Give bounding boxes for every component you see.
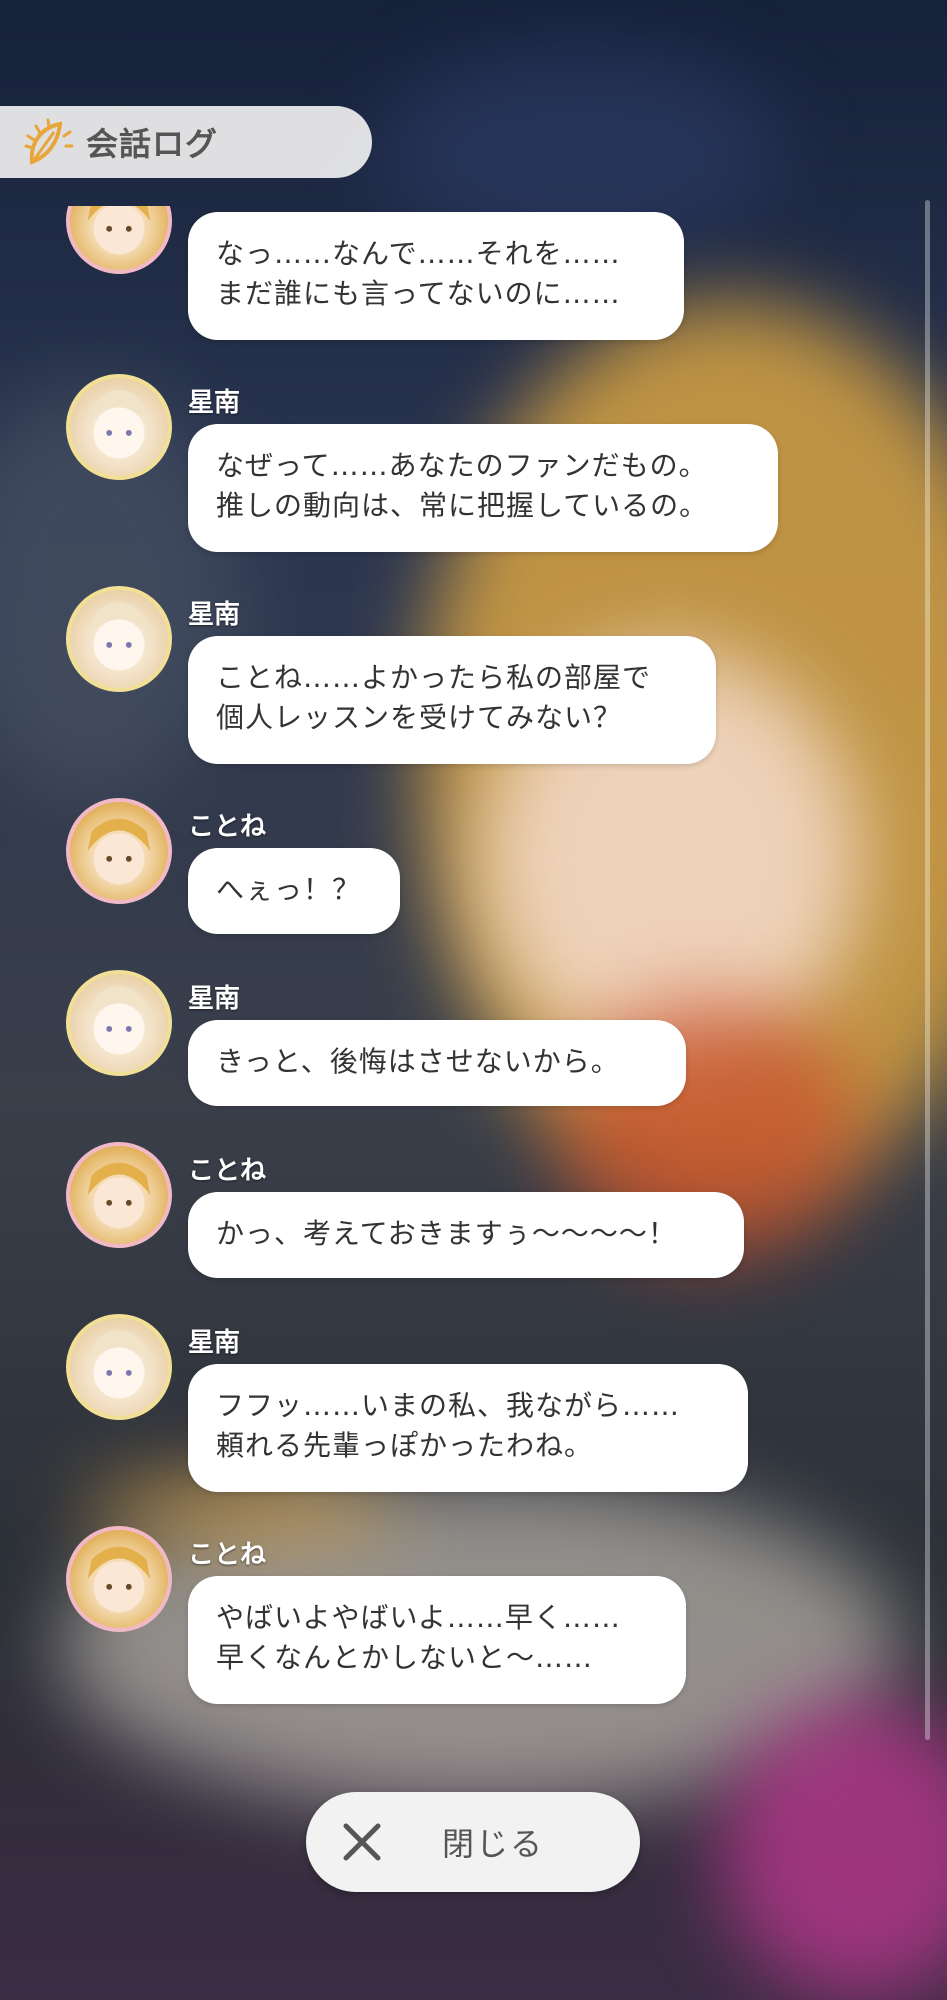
message-bubble: へぇっ！？	[188, 848, 400, 934]
message-line: ことね……よかったら私の部屋で	[216, 661, 652, 694]
avatar-seinan	[66, 586, 172, 692]
message-line: きっと、後悔はさせないから。	[216, 1045, 620, 1078]
speaker-name: 星南	[188, 984, 241, 1014]
speaker-name: 星南	[188, 1328, 241, 1358]
message-line: 早くなんとかしないと～……	[216, 1641, 594, 1674]
close-x-icon	[343, 1823, 381, 1861]
message-bubble: きっと、後悔はさせないから。	[188, 1020, 686, 1106]
message-line: 頼れる先輩っぽかったわね。	[216, 1429, 594, 1462]
avatar-kotone	[66, 798, 172, 904]
speaker-name: ことね	[188, 1540, 267, 1570]
message-bubble: かっ、考えておきますぅ～～～～！	[188, 1192, 744, 1278]
message-bubble: ことね……よかったら私の部屋で 個人レッスンを受けてみない？	[188, 636, 716, 764]
message-line: へぇっ！？	[216, 873, 362, 906]
speaker-name: 星南	[188, 600, 241, 630]
message-bubble: やばいよやばいよ……早く…… 早くなんとかしないと～……	[188, 1576, 686, 1704]
message-line: やばいよやばいよ……早く……	[216, 1601, 621, 1634]
message-line: かっ、考えておきますぅ～～～～！	[216, 1217, 677, 1250]
avatar-seinan	[66, 374, 172, 480]
page-title: 会話ログ	[86, 125, 219, 163]
avatar-kotone	[66, 1526, 172, 1632]
sun-leaf-logo-icon	[24, 118, 74, 165]
conversation-log-header: 会話ログ	[0, 106, 372, 178]
close-button[interactable]: 閉じる	[306, 1792, 640, 1892]
message-line: なっ……なんで……それを……	[216, 237, 621, 270]
message-bubble: なっ……なんで……それを…… まだ誰にも言ってないのに……	[188, 212, 684, 340]
speaker-name: 星南	[188, 388, 241, 418]
message-bubble: なぜって……あなたのファンだもの。 推しの動向は、常に把握しているの。	[188, 424, 778, 552]
speaker-name: ことね	[188, 812, 267, 842]
message-line: 推しの動向は、常に把握しているの。	[216, 489, 709, 522]
avatar-seinan	[66, 1314, 172, 1420]
avatar-kotone	[66, 1142, 172, 1248]
message-line: なぜって……あなたのファンだもの。	[216, 449, 708, 482]
message-line: フフッ……いまの私、我ながら……	[216, 1389, 681, 1422]
message-bubble: フフッ……いまの私、我ながら…… 頼れる先輩っぽかったわね。	[188, 1364, 748, 1492]
message-line: 個人レッスンを受けてみない？	[216, 701, 623, 734]
close-button-label: 閉じる	[442, 1825, 545, 1863]
avatar-seinan	[66, 970, 172, 1076]
message-line: まだ誰にも言ってないのに……	[216, 277, 621, 310]
speaker-name: ことね	[188, 1156, 267, 1186]
scrollbar[interactable]	[925, 200, 930, 1740]
